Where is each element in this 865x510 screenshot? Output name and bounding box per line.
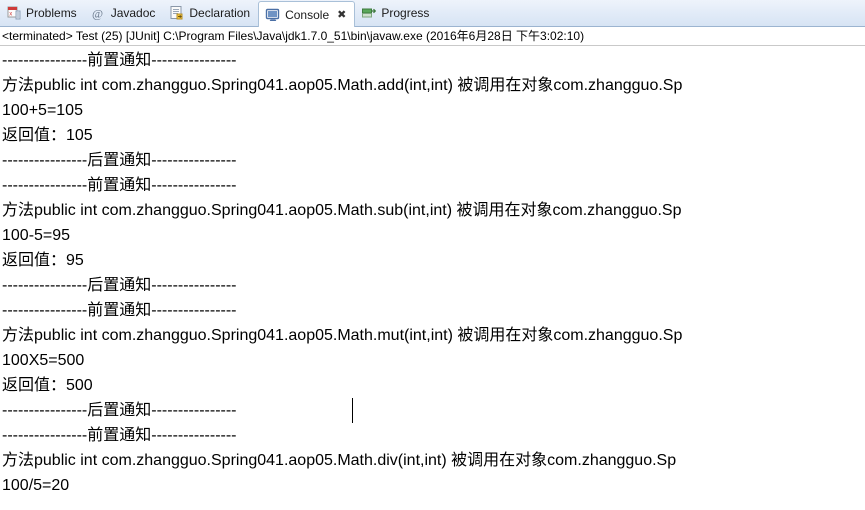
console-line: 返回值：500 [2,377,93,394]
svg-text:@: @ [92,7,103,21]
console-line: ----------------前置通知---------------- [2,427,237,444]
console-line: ----------------后置通知---------------- [2,402,237,419]
console-line: ----------------前置通知---------------- [2,52,237,69]
tab-progress[interactable]: Progress [355,0,437,26]
console-line: ----------------后置通知---------------- [2,277,237,294]
console-line: 100X5=500 [2,352,85,369]
progress-icon [361,5,377,21]
view-tab-bar: x Problems @ Javadoc Declaration Console… [0,0,865,27]
console-line: 100-5=95 [2,227,71,244]
console-line-list: ----------------前置通知---------------- 方法pu… [2,48,865,498]
tab-close-icon[interactable]: ✖ [337,9,346,20]
console-line: 方法public int com.zhangguo.Spring041.aop0… [2,77,683,94]
tab-javadoc[interactable]: @ Javadoc [85,0,164,26]
console-line: ----------------前置通知---------------- [2,302,237,319]
console-status-line: <terminated> Test (25) [JUnit] C:\Progra… [0,27,865,46]
console-line: 100/5=20 [2,477,70,494]
svg-text:x: x [9,12,12,18]
console-icon [265,7,281,23]
tab-progress-label: Progress [381,6,430,20]
declaration-icon [169,5,185,21]
tab-console[interactable]: Console ✖ [258,1,356,27]
tab-declaration-label: Declaration [189,6,251,20]
tab-problems-label: Problems [26,6,77,20]
javadoc-at-icon: @ [91,5,107,21]
console-line: ----------------后置通知---------------- [2,152,237,169]
console-line: 返回值：95 [2,252,84,269]
console-line: 方法public int com.zhangguo.Spring041.aop0… [2,202,682,219]
console-line: ----------------前置通知---------------- [2,177,237,194]
text-caret [352,398,353,423]
tab-console-label: Console [285,7,330,22]
tab-problems[interactable]: x Problems [0,0,85,26]
console-line: 100+5=105 [2,102,83,119]
problems-icon: x [6,5,22,21]
console-line: 方法public int com.zhangguo.Spring041.aop0… [2,327,683,344]
tab-javadoc-label: Javadoc [110,6,156,20]
console-output[interactable]: ----------------前置通知---------------- 方法pu… [0,46,865,509]
console-line: 返回值：105 [2,127,93,144]
console-line: 方法public int com.zhangguo.Spring041.aop0… [2,452,677,469]
tab-declaration[interactable]: Declaration [163,0,258,26]
